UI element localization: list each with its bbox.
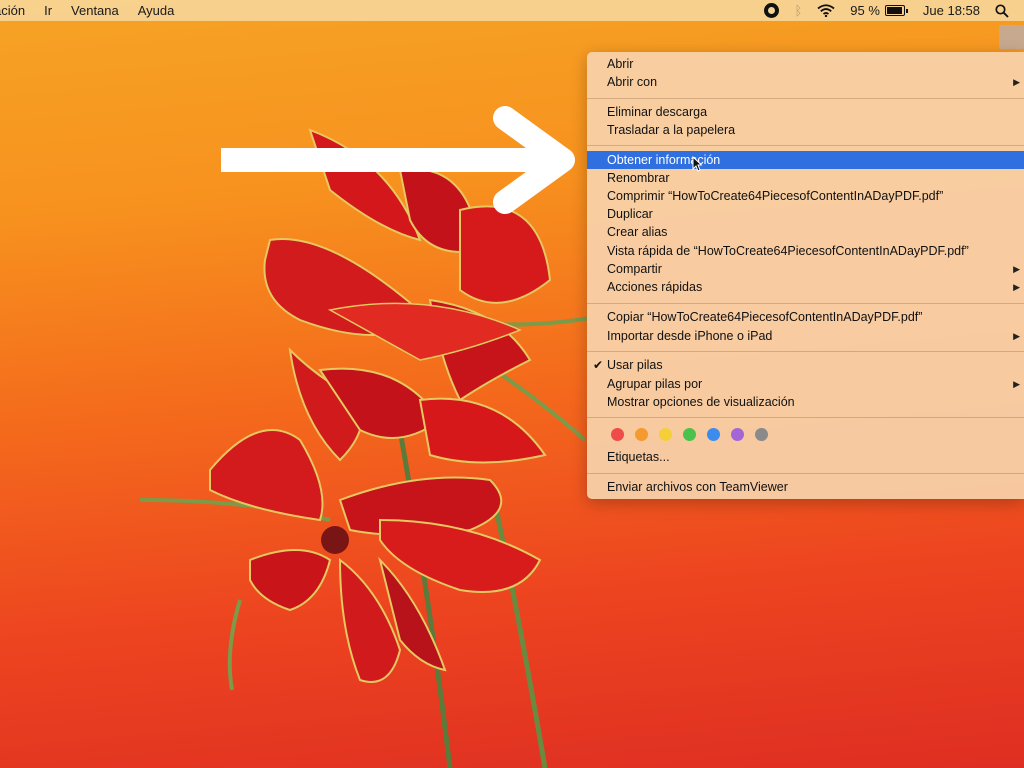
- mouse-cursor-icon: [692, 156, 702, 172]
- annotation-arrow: [221, 106, 575, 214]
